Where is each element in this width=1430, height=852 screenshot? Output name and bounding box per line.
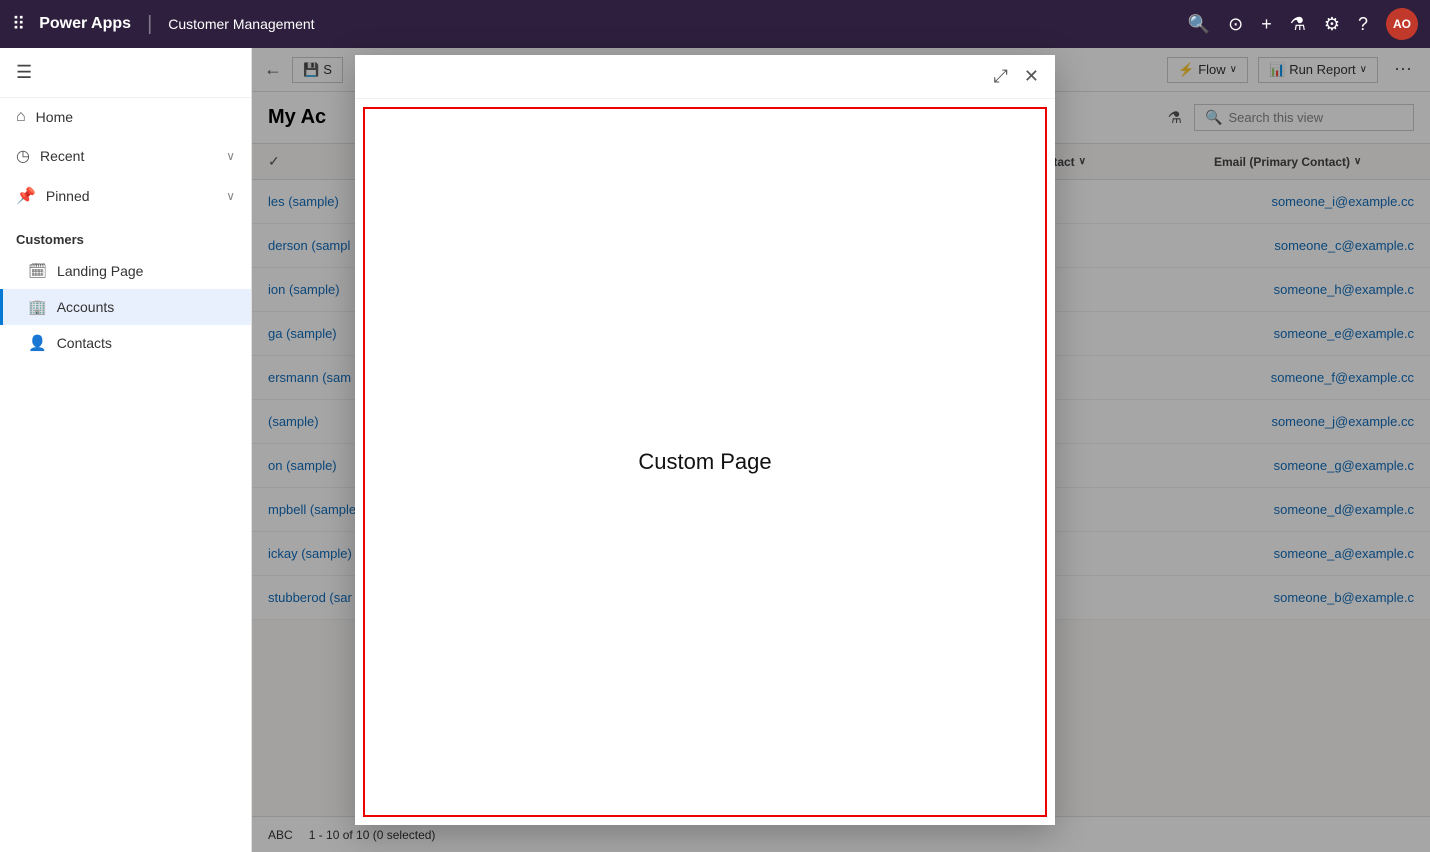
- avatar[interactable]: AO: [1386, 8, 1418, 40]
- brand-divider: |: [147, 13, 152, 36]
- app-name-label: Customer Management: [168, 16, 1187, 32]
- expand-icon[interactable]: ⤢: [990, 62, 1012, 91]
- accounts-icon: 🏢: [28, 298, 47, 316]
- pinned-chevron-icon: ∨: [226, 189, 235, 203]
- close-icon[interactable]: ✕: [1020, 62, 1043, 91]
- apps-grid-icon[interactable]: ⠿: [12, 14, 25, 35]
- landing-page-icon: 🗓: [28, 262, 47, 280]
- contacts-label: Contacts: [57, 335, 112, 351]
- search-icon[interactable]: 🔍: [1188, 14, 1210, 35]
- sidebar: ☰ ⌂ Home ◷ Recent ∨ 📌 Pinned ∨ Customers…: [0, 48, 252, 852]
- modal-dialog: ⤢ ✕ Custom Page: [355, 55, 1055, 825]
- sidebar-item-landing-page[interactable]: 🗓 Landing Page: [0, 253, 251, 289]
- landing-page-label: Landing Page: [57, 263, 143, 279]
- sidebar-item-accounts[interactable]: 🏢 Accounts: [0, 289, 251, 325]
- modal-titlebar: ⤢ ✕: [355, 55, 1055, 99]
- top-bar-actions: 🔍 ⊙ + ⚗ ⚙ ? AO: [1188, 8, 1418, 40]
- sidebar-item-home[interactable]: ⌂ Home: [0, 98, 251, 136]
- sidebar-item-recent[interactable]: ◷ Recent ∨: [0, 136, 251, 176]
- home-icon: ⌂: [16, 108, 26, 126]
- help-icon[interactable]: ?: [1358, 14, 1368, 35]
- top-bar: ⠿ Power Apps | Customer Management 🔍 ⊙ +…: [0, 0, 1430, 48]
- pinned-label: Pinned: [46, 188, 216, 204]
- custom-page-label: Custom Page: [638, 449, 771, 475]
- recent-chevron-icon: ∨: [226, 149, 235, 163]
- target-icon[interactable]: ⊙: [1228, 14, 1243, 35]
- modal-body: Custom Page: [363, 107, 1047, 817]
- sidebar-item-contacts[interactable]: 👤 Contacts: [0, 325, 251, 361]
- accounts-label: Accounts: [57, 299, 115, 315]
- hamburger-icon[interactable]: ☰: [0, 48, 251, 98]
- add-icon[interactable]: +: [1261, 14, 1272, 35]
- pinned-icon: 📌: [16, 186, 36, 206]
- home-label: Home: [36, 109, 235, 125]
- customers-section-header: Customers: [0, 216, 251, 253]
- settings-icon[interactable]: ⚙: [1324, 14, 1340, 35]
- recent-icon: ◷: [16, 146, 30, 166]
- contacts-icon: 👤: [28, 334, 47, 352]
- recent-label: Recent: [40, 148, 216, 164]
- filter-icon[interactable]: ⚗: [1290, 14, 1306, 35]
- sidebar-item-pinned[interactable]: 📌 Pinned ∨: [0, 176, 251, 216]
- brand-label: Power Apps: [39, 15, 131, 33]
